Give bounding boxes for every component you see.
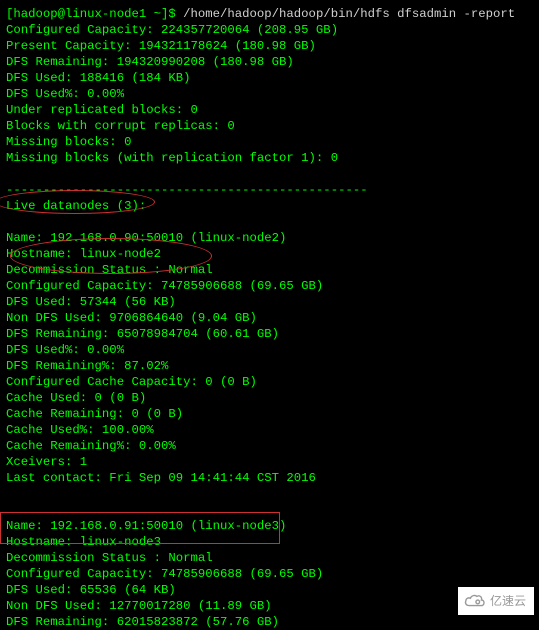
output-line: DFS Remaining: 65078984704 (60.61 GB) [6,326,533,342]
output-line: Configured Cache Capacity: 0 (0 B) [6,374,533,390]
output-line: Last contact: Fri Sep 09 14:41:44 CST 20… [6,470,533,486]
cloud-icon [464,592,486,610]
prompt: [hadoop@linux-node1 ~]$ [6,7,176,21]
blank-line [6,486,533,502]
output-line: DFS Remaining: 194320990208 (180.98 GB) [6,54,533,70]
output-line: Non DFS Used: 12770017280 (11.89 GB) [6,598,533,614]
output-line: Xceivers: 1 [6,454,533,470]
output-line: Blocks with corrupt replicas: 0 [6,118,533,134]
output-line: Missing blocks (with replication factor … [6,150,533,166]
watermark: 亿速云 [458,587,534,615]
live-datanodes-line: Live datanodes (3): [6,198,533,214]
output-line: Present Capacity: 194321178624 (180.98 G… [6,38,533,54]
node-name: Name: 192.168.0.91:50010 (linux-node3) [6,518,533,534]
output-line: Configured Capacity: 74785906688 (69.65 … [6,278,533,294]
output-line: Cache Remaining%: 0.00% [6,438,533,454]
output-line: DFS Remaining%: 87.02% [6,358,533,374]
output-line: Missing blocks: 0 [6,134,533,150]
output-line: DFS Used: 188416 (184 KB) [6,70,533,86]
blank-line [6,166,533,182]
output-line: Cache Used: 0 (0 B) [6,390,533,406]
watermark-text: 亿速云 [490,593,526,609]
output-line: Under replicated blocks: 0 [6,102,533,118]
blank-line [6,502,533,518]
separator-line: ----------------------------------------… [6,182,533,198]
output-line: Configured Capacity: 74785906688 (69.65 … [6,566,533,582]
output-line: DFS Used: 65536 (64 KB) [6,582,533,598]
node-name: Name: 192.168.0.90:50010 (linux-node2) [6,230,533,246]
output-line: Non DFS Used: 9706864640 (9.04 GB) [6,310,533,326]
output-line: Cache Remaining: 0 (0 B) [6,406,533,422]
output-line: Configured Capacity: 224357720064 (208.9… [6,22,533,38]
command-text: /home/hadoop/hadoop/bin/hdfs dfsadmin -r… [176,7,515,21]
node-decommission: Decommission Status : Normal [6,262,533,278]
output-line: DFS Used%: 0.00% [6,86,533,102]
node-hostname: Hostname: linux-node2 [6,246,533,262]
output-line: DFS Used: 57344 (56 KB) [6,294,533,310]
output-line: Cache Used%: 100.00% [6,422,533,438]
node-decommission: Decommission Status : Normal [6,550,533,566]
output-line: DFS Remaining: 62015823872 (57.76 GB) [6,614,533,630]
output-line: DFS Used%: 0.00% [6,342,533,358]
blank-line [6,214,533,230]
command-line: [hadoop@linux-node1 ~]$ /home/hadoop/had… [6,6,533,22]
node-hostname: Hostname: linux-node3 [6,534,533,550]
